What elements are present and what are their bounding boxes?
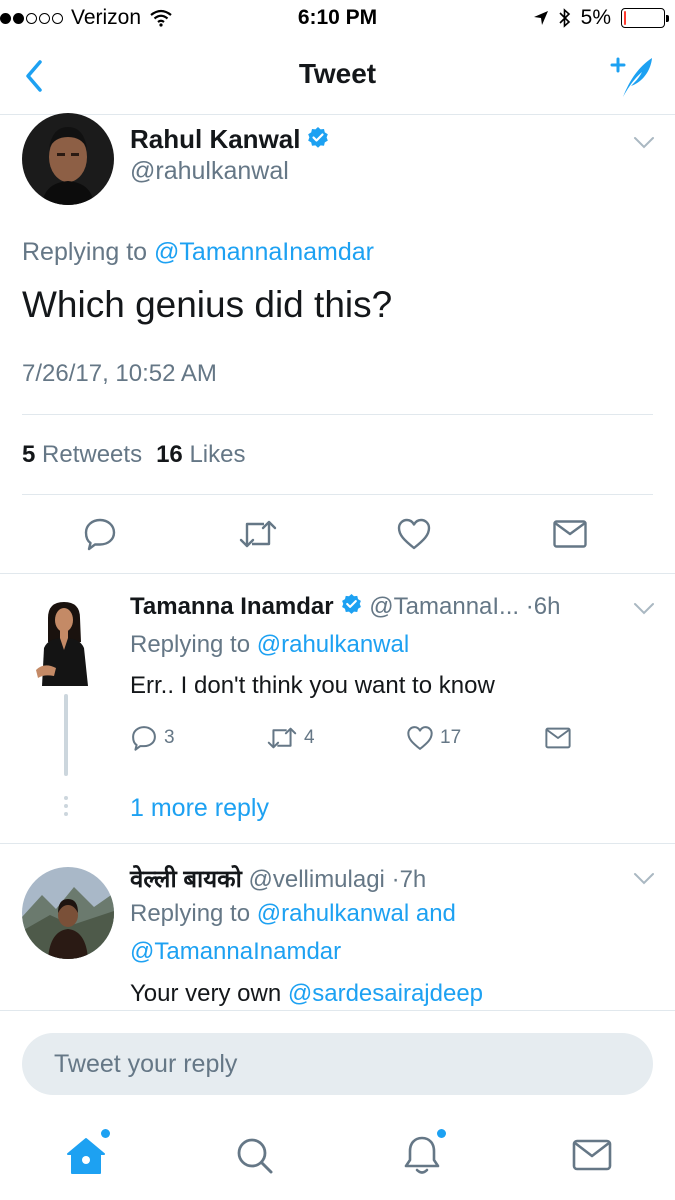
compose-tweet-button[interactable] <box>609 54 655 100</box>
chevron-down-icon[interactable] <box>633 136 655 150</box>
tab-bar <box>0 1115 675 1200</box>
replying-to-mention-link[interactable]: @rahulkanwal <box>257 900 409 927</box>
reply-time: 6h <box>533 593 561 620</box>
reply-composer-bar <box>0 1010 675 1115</box>
author-avatar[interactable] <box>22 113 114 205</box>
separator-dot: · <box>391 866 400 893</box>
page-title: Tweet <box>298 58 377 89</box>
reply-replying-to: Replying to @rahulkanwal and <box>130 900 456 928</box>
retweets-count: 5 <box>22 441 36 468</box>
separator-dot: · <box>525 593 534 620</box>
reply-icon <box>132 726 156 751</box>
notifications-icon <box>404 1136 440 1174</box>
retweet-count: 4 <box>304 727 315 748</box>
reply-header[interactable]: वेल्ली बायको @vellimulagi ·7h <box>130 862 426 895</box>
replying-to-mention-link[interactable]: @TamannaInamdar <box>154 238 374 266</box>
reply-text: Err.. I don't think you want to know <box>130 672 495 699</box>
thread-dots <box>64 796 68 820</box>
battery-level-fill <box>624 11 626 25</box>
author-name-row[interactable]: Rahul Kanwal <box>130 124 330 155</box>
replying-prefix: Replying to <box>130 900 251 927</box>
more-replies-link[interactable]: 1 more reply <box>130 794 269 823</box>
tweet-text: Which genius did this? <box>22 284 393 325</box>
retweets-label: Retweets <box>42 441 143 468</box>
like-count: 17 <box>440 727 462 748</box>
like-button[interactable]: 17 <box>406 724 461 752</box>
reply-author-avatar[interactable] <box>34 598 98 686</box>
like-button[interactable] <box>396 516 432 552</box>
replying-prefix: Replying to <box>22 238 148 266</box>
tab-home[interactable] <box>64 1129 110 1177</box>
tab-notifications[interactable] <box>400 1129 446 1177</box>
dm-icon <box>545 727 571 749</box>
tab-search[interactable] <box>232 1133 276 1177</box>
chevron-down-icon[interactable] <box>633 872 655 886</box>
battery-icon <box>621 8 669 28</box>
replying-prefix: Replying to <box>130 631 251 658</box>
reply-replying-to: Replying to @rahulkanwal <box>130 631 409 659</box>
divider <box>22 414 653 415</box>
likes-stat[interactable]: 16 Likes <box>156 441 245 468</box>
direct-message-button[interactable] <box>544 726 572 750</box>
divider <box>22 494 653 495</box>
reply-header[interactable]: Tamanna Inamdar @TamannaI... ·6h <box>130 593 560 621</box>
tab-messages[interactable] <box>570 1133 614 1177</box>
reply-button[interactable] <box>82 516 118 552</box>
location-arrow-icon <box>533 11 548 25</box>
likes-label: Likes <box>189 441 246 468</box>
chevron-down-icon[interactable] <box>633 602 655 616</box>
reply-icon <box>84 518 116 551</box>
retweet-icon <box>267 727 297 749</box>
retweet-icon <box>239 520 277 548</box>
mention-link[interactable]: @sardesairajdeep <box>288 980 483 1007</box>
direct-message-button[interactable] <box>552 518 588 550</box>
reply-text-prefix: Your very own <box>130 980 282 1007</box>
author-name: Rahul Kanwal <box>130 124 301 154</box>
battery-percent: 5% <box>580 6 611 29</box>
reply-author-avatar[interactable] <box>22 867 114 959</box>
reply-author-handle: @TamannaI... <box>369 593 520 620</box>
divider <box>0 573 675 574</box>
divider <box>0 843 675 844</box>
author-handle[interactable]: @rahulkanwal <box>130 157 289 186</box>
thread-line <box>64 694 68 776</box>
verified-badge-icon <box>341 593 361 614</box>
like-icon <box>407 726 433 750</box>
notifications-new-dot <box>437 1129 446 1138</box>
home-new-dot <box>101 1129 110 1138</box>
reply-text: Your very own @sardesairajdeep <box>130 980 483 1008</box>
reply-replying-to-continued: @TamannaInamdar <box>130 938 341 966</box>
retweet-button[interactable] <box>238 516 278 552</box>
status-right: 5% <box>533 6 669 30</box>
status-bar: Verizon 6:10 PM 5% <box>0 0 675 40</box>
reply-author-name: Tamanna Inamdar <box>130 593 334 620</box>
search-icon <box>237 1138 273 1174</box>
reply-author-handle: @vellimulagi <box>248 866 385 893</box>
bluetooth-icon <box>559 8 570 28</box>
like-icon <box>397 518 431 550</box>
likes-count: 16 <box>156 441 183 468</box>
home-icon <box>67 1138 105 1174</box>
retweets-stat[interactable]: 5 Retweets <box>22 441 142 468</box>
replying-to-mention-link[interactable]: @TamannaInamdar <box>130 938 341 965</box>
reply-author-name: वेल्ली बायको <box>130 866 242 893</box>
replying-to-mention-link[interactable]: @rahulkanwal <box>257 631 409 658</box>
reply-time: 7h <box>399 866 427 893</box>
tweet-reply-input[interactable] <box>22 1033 653 1095</box>
verified-badge-icon <box>308 127 329 148</box>
messages-icon <box>572 1139 612 1171</box>
reply-count: 3 <box>164 727 175 748</box>
tweet-stats: 5 Retweets 16 Likes <box>22 441 245 469</box>
dm-icon <box>553 520 587 548</box>
nav-bar: Tweet <box>0 40 675 115</box>
tweet-timestamp: 7/26/17, 10:52 AM <box>22 360 217 387</box>
reply-button[interactable]: 3 <box>130 724 175 752</box>
replying-to-and: and <box>415 900 456 927</box>
compose-tweet-icon <box>610 57 652 97</box>
retweet-button[interactable]: 4 <box>266 724 315 752</box>
replying-to-line: Replying to @TamannaInamdar <box>22 238 374 267</box>
